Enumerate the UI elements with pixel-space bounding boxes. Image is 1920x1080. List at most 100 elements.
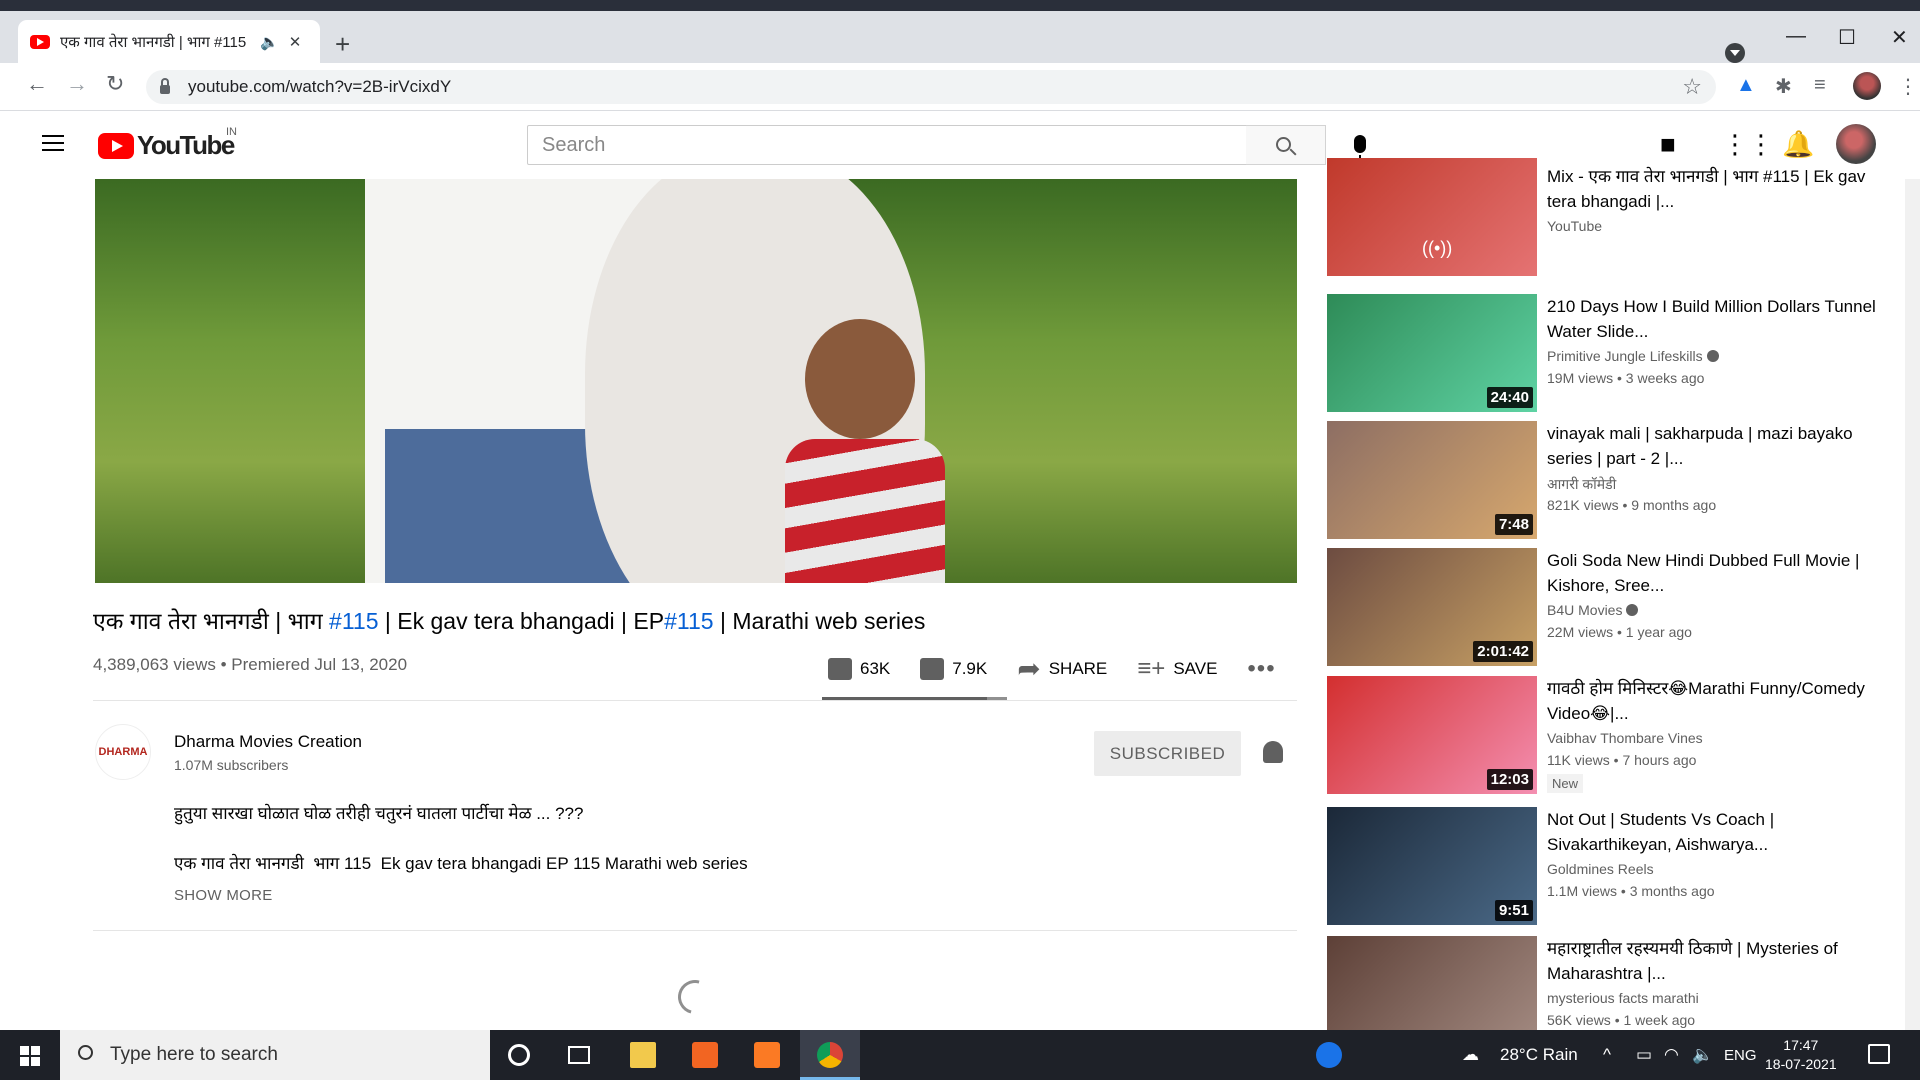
like-button[interactable]: 63K xyxy=(828,658,890,680)
recommended-thumbnail[interactable]: 24:40 xyxy=(1327,294,1537,412)
close-window-icon[interactable]: ✕ xyxy=(1891,25,1908,50)
maximize-icon[interactable]: ☐ xyxy=(1838,25,1856,50)
tab-search-icon[interactable] xyxy=(1725,43,1745,63)
recommended-stats: 821K views • 9 months ago xyxy=(1547,497,1717,513)
title-text-1: एक गाव तेरा भानगडी | भाग xyxy=(93,608,330,634)
recommended-video[interactable]: 2:01:42 Goli Soda New Hindi Dubbed Full M… xyxy=(1327,548,1887,666)
recommended-thumbnail[interactable] xyxy=(1327,936,1537,1036)
weather-text[interactable]: 28°C Rain xyxy=(1500,1045,1578,1065)
help-icon[interactable] xyxy=(1316,1042,1342,1068)
recommended-stats: 19M views • 3 weeks ago xyxy=(1547,370,1705,386)
media-control-icon[interactable]: ≡ xyxy=(1814,74,1826,97)
recommended-channel[interactable]: mysterious facts marathi xyxy=(1547,990,1699,1006)
back-icon[interactable]: ← xyxy=(26,73,48,95)
file-explorer-icon[interactable] xyxy=(630,1042,656,1068)
channel-name-text: YouTube xyxy=(1547,218,1603,234)
channel-name[interactable]: Dharma Movies Creation xyxy=(174,732,362,752)
chrome-menu-icon[interactable]: ⋮ xyxy=(1898,74,1918,99)
taskbar-search-icon xyxy=(78,1045,93,1060)
recommended-title[interactable]: Mix - एक गाव तेरा भानगडी | भाग #115 | Ek… xyxy=(1547,164,1877,214)
recommended-title[interactable]: 210 Days How I Build Million Dollars Tun… xyxy=(1547,294,1877,344)
recommended-video[interactable]: महाराष्ट्रातील रहस्यमयी ठिकाणे | Mysteri… xyxy=(1327,936,1887,1036)
share-button[interactable]: ➦ SHARE xyxy=(1017,655,1107,683)
puzzle-extensions-icon[interactable]: ✱ xyxy=(1775,74,1792,99)
mute-tab-icon[interactable]: 🔈 xyxy=(260,33,279,51)
channel-name-text: Primitive Jungle Lifeskills xyxy=(1547,348,1703,364)
voice-search-icon[interactable] xyxy=(1354,135,1366,160)
video-player[interactable] xyxy=(95,179,1297,583)
taskbar-search-input[interactable]: Type here to search xyxy=(60,1030,490,1080)
account-avatar[interactable] xyxy=(1836,124,1876,164)
browser-tab[interactable]: एक गाव तेरा भानगडी | भाग #115 🔈 ✕ xyxy=(18,20,320,63)
notification-bell-icon[interactable] xyxy=(1263,741,1283,763)
browser-toolbar: ← → ↻ youtube.com/watch?v=2B-irVcixdY ☆ … xyxy=(0,63,1920,111)
reload-icon[interactable]: ↻ xyxy=(106,73,124,95)
dislike-button[interactable]: 7.9K xyxy=(920,658,987,680)
search-button[interactable] xyxy=(1246,125,1326,165)
task-view-icon[interactable] xyxy=(568,1046,590,1064)
more-actions-button[interactable]: ••• xyxy=(1247,655,1275,683)
create-video-icon[interactable]: ■ xyxy=(1660,129,1676,160)
address-bar[interactable]: youtube.com/watch?v=2B-irVcixdY ☆ xyxy=(146,70,1716,104)
xampp-icon[interactable] xyxy=(754,1042,780,1068)
hashtag-link-2[interactable]: #115 xyxy=(664,608,713,634)
notifications-bell-icon[interactable]: 🔔 xyxy=(1782,129,1814,160)
volume-icon[interactable]: 🔈 xyxy=(1692,1045,1713,1065)
extension-icon[interactable]: ▲ xyxy=(1736,74,1756,97)
recommended-thumbnail[interactable]: ((•)) xyxy=(1327,158,1537,276)
taskbar-clock[interactable]: 17:47 18-07-2021 xyxy=(1765,1036,1837,1074)
bookmark-star-icon[interactable]: ☆ xyxy=(1682,74,1702,100)
recommended-title[interactable]: Not Out | Students Vs Coach | Sivakarthi… xyxy=(1547,807,1877,857)
cortana-icon[interactable] xyxy=(508,1044,530,1066)
show-more-button[interactable]: SHOW MORE xyxy=(174,887,273,904)
action-center-icon[interactable] xyxy=(1868,1044,1890,1064)
recommended-title[interactable]: Goli Soda New Hindi Dubbed Full Movie | … xyxy=(1547,548,1877,598)
recommended-thumbnail[interactable]: 7:48 xyxy=(1327,421,1537,539)
recommended-channel[interactable]: B4U Movies xyxy=(1547,602,1639,618)
description-line-2: एक गाव तेरा भानगडी भाग 115 Ek gav tera b… xyxy=(174,854,748,873)
recommended-video[interactable]: 12:03 गावठी होम मिनिस्टर😂Marathi Funny/Co… xyxy=(1327,676,1887,794)
guide-menu-icon[interactable] xyxy=(42,135,64,151)
verified-check-icon xyxy=(1626,604,1639,616)
video-title: एक गाव तेरा भानगडी | भाग #115 | Ek gav t… xyxy=(93,604,925,636)
battery-icon[interactable]: ▭ xyxy=(1636,1045,1652,1065)
youtube-logo[interactable]: YouTube IN xyxy=(98,126,237,161)
recommended-video[interactable]: 24:40 210 Days How I Build Million Dollar… xyxy=(1327,294,1887,412)
channel-avatar[interactable]: DHARMA xyxy=(95,724,151,780)
chrome-taskbar-button[interactable] xyxy=(800,1030,860,1080)
recommended-channel[interactable]: Primitive Jungle Lifeskills xyxy=(1547,348,1719,364)
recommended-title[interactable]: महाराष्ट्रातील रहस्यमयी ठिकाणे | Mysteri… xyxy=(1547,936,1877,986)
page-scrollbar[interactable] xyxy=(1905,179,1920,1030)
recommended-video[interactable]: ((•)) Mix - एक गाव तेरा भानगडी | भाग #115… xyxy=(1327,158,1887,288)
recommended-title[interactable]: गावठी होम मिनिस्टर😂Marathi Funny/Comedy … xyxy=(1547,676,1877,726)
recommended-channel[interactable]: Goldmines Reels xyxy=(1547,861,1654,877)
wifi-icon[interactable]: ◠ xyxy=(1664,1045,1679,1065)
subscribed-button[interactable]: SUBSCRIBED xyxy=(1094,731,1241,776)
sublime-text-icon[interactable] xyxy=(692,1042,718,1068)
recommended-channel[interactable]: Vaibhav Thombare Vines xyxy=(1547,730,1703,746)
apps-grid-icon[interactable]: ⋮⋮ xyxy=(1722,129,1774,160)
like-count: 63K xyxy=(860,659,891,678)
divider xyxy=(93,930,1297,931)
language-indicator[interactable]: ENG xyxy=(1724,1047,1757,1064)
hashtag-link-1[interactable]: #115 xyxy=(329,608,378,634)
recommended-thumbnail[interactable]: 12:03 xyxy=(1327,676,1537,794)
minimize-icon[interactable]: — xyxy=(1786,25,1806,48)
show-hidden-icons-icon[interactable]: ^ xyxy=(1603,1045,1611,1065)
url-text: youtube.com/watch?v=2B-irVcixdY xyxy=(188,77,452,96)
save-button[interactable]: ≡+ SAVE xyxy=(1137,657,1217,681)
recommended-thumbnail[interactable]: 2:01:42 xyxy=(1327,548,1537,666)
recommended-thumbnail[interactable]: 9:51 xyxy=(1327,807,1537,925)
search-input[interactable]: Search xyxy=(527,125,1247,165)
recommended-channel[interactable]: आगरी कॉमेडी xyxy=(1547,475,1616,494)
windows-start-icon[interactable] xyxy=(20,1046,40,1066)
chrome-profile-avatar[interactable] xyxy=(1853,72,1881,100)
video-duration: 9:51 xyxy=(1494,900,1533,921)
recommended-video[interactable]: 9:51 Not Out | Students Vs Coach | Sivaka… xyxy=(1327,807,1887,925)
forward-icon[interactable]: → xyxy=(66,73,88,95)
recommended-title[interactable]: vinayak mali | sakharpuda | mazi bayako … xyxy=(1547,421,1877,471)
recommended-channel[interactable]: YouTube xyxy=(1547,218,1602,234)
close-tab-icon[interactable]: ✕ xyxy=(289,33,302,51)
new-tab-button[interactable]: + xyxy=(335,31,350,57)
recommended-video[interactable]: 7:48 vinayak mali | sakharpuda | mazi bay… xyxy=(1327,421,1887,539)
